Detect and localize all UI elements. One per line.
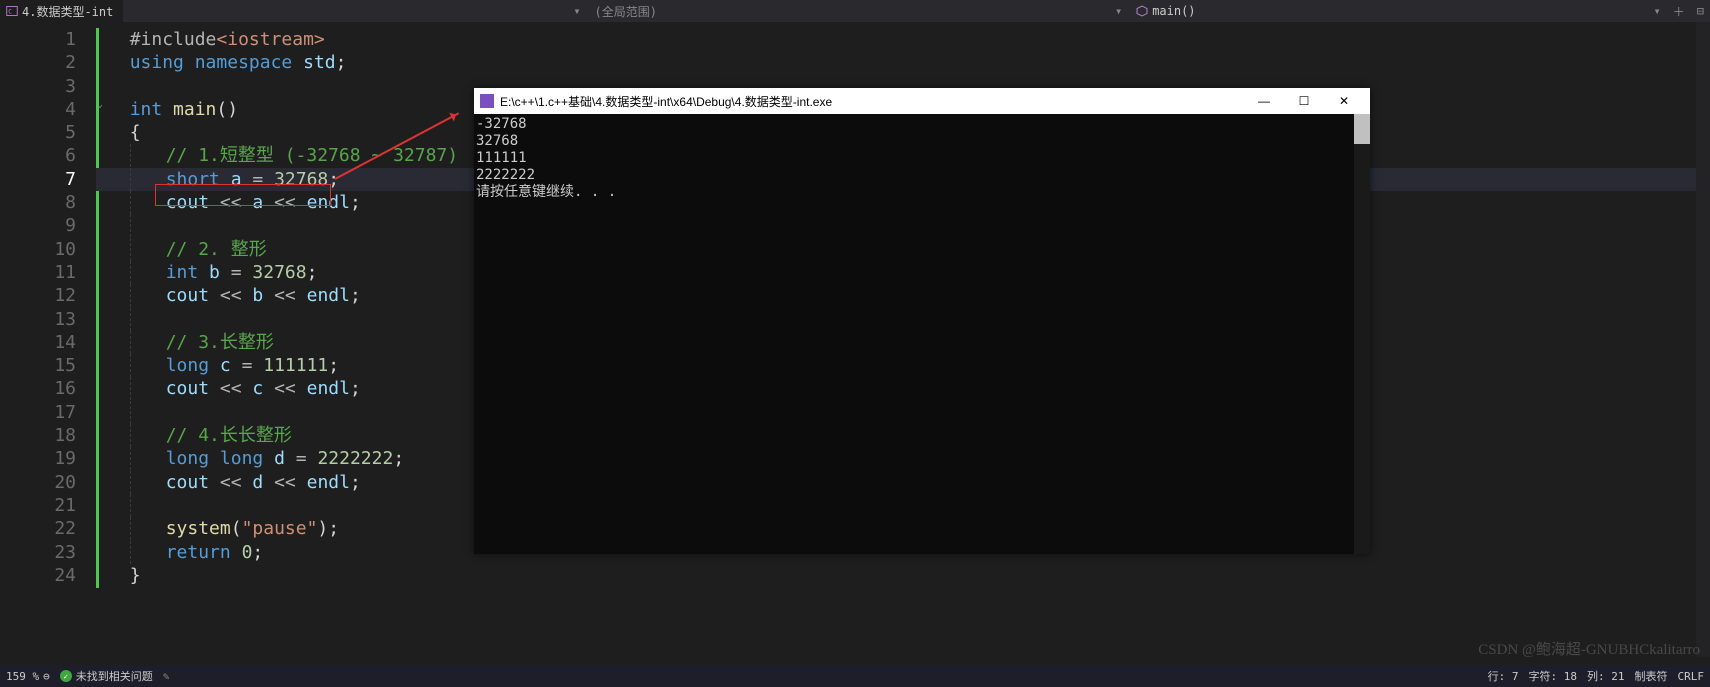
cursor-line[interactable]: 行: 7 [1488,668,1519,684]
maximize-button[interactable]: ☐ [1284,90,1324,112]
line-number: 17 [0,401,76,424]
console-line: 请按任意键继续. . . [476,184,1370,201]
editor-scrollbar[interactable] [1696,22,1710,657]
console-line: 111111 [476,150,1370,167]
line-number: 10 [0,238,76,261]
dropdown-arrow-icon[interactable]: ▾ [1648,4,1667,18]
console-window[interactable]: E:\c++\1.c++基础\4.数据类型-int\x64\Debug\4.数据… [474,88,1370,554]
cursor-char[interactable]: 字符: 18 [1529,668,1578,684]
console-titlebar[interactable]: E:\c++\1.c++基础\4.数据类型-int\x64\Debug\4.数据… [474,88,1370,114]
tab-label: 4.数据类型-int [22,3,113,20]
code-line: using namespace std; [96,51,1710,74]
line-number: 18 [0,424,76,447]
scope-dropdown[interactable]: (全局范围) [587,1,665,22]
function-dropdown[interactable]: main() [1128,2,1203,20]
console-line: 32768 [476,133,1370,150]
line-number: 12 [0,284,76,307]
line-number: 1 [0,28,76,51]
svg-text:C: C [8,8,12,15]
top-bar: C 4.数据类型-int ▾ (全局范围) ▾ main() ▾ ＋ ⊟ [0,0,1710,22]
line-number: 23 [0,541,76,564]
line-number: 14 [0,331,76,354]
console-output[interactable]: -32768 32768 111111 2222222 请按任意键继续. . . [474,114,1370,554]
cube-icon [1136,5,1148,17]
split-icon[interactable]: ⊟ [1691,4,1710,18]
status-bar: 159 % ⊖ ✓未找到相关问题 ✎ 行: 7 字符: 18 列: 21 制表符… [0,665,1710,687]
line-number: 20 [0,471,76,494]
issues-status[interactable]: ✓未找到相关问题 [60,668,153,684]
cursor-col[interactable]: 列: 21 [1587,668,1625,684]
check-icon: ✓ [60,670,72,682]
line-number: 6 [0,144,76,167]
line-number: 22 [0,517,76,540]
line-number: 15 [0,354,76,377]
line-number: 5 [0,121,76,144]
console-app-icon [480,94,494,108]
highlight-box [155,184,331,206]
line-number: 13 [0,308,76,331]
line-number: 8 [0,191,76,214]
console-title: E:\c++\1.c++基础\4.数据类型-int\x64\Debug\4.数据… [500,93,832,110]
console-line: -32768 [476,116,1370,133]
dropdown-arrow-icon[interactable]: ▾ [567,4,586,18]
add-icon[interactable]: ＋ [1667,3,1691,20]
eol-mode[interactable]: CRLF [1678,670,1705,683]
line-number: 16 [0,377,76,400]
code-line: } [96,564,1710,587]
line-number: 19 [0,447,76,470]
line-number: 24 [0,564,76,587]
line-number-current: 7 [0,168,76,191]
brush-icon[interactable]: ✎ [163,670,170,683]
line-number: 4 [0,98,76,121]
zoom-level[interactable]: 159 % ⊖ [6,670,50,683]
zoom-reset-icon[interactable]: ⊖ [43,670,50,683]
console-scrollbar[interactable] [1354,114,1370,554]
close-button[interactable]: ✕ [1324,90,1364,112]
line-number: 11 [0,261,76,284]
dropdown-arrow-icon[interactable]: ▾ [1109,4,1128,18]
file-cpp-icon: C [6,5,18,17]
code-line: #include<iostream> [96,28,1710,51]
console-line: 2222222 [476,167,1370,184]
line-number: 3 [0,75,76,98]
indent-mode[interactable]: 制表符 [1635,668,1668,684]
file-tab[interactable]: C 4.数据类型-int [0,0,123,22]
minimize-button[interactable]: — [1244,90,1284,112]
line-number: 2 [0,51,76,74]
line-number: 9 [0,214,76,237]
line-gutter: 1 2 3 4 5 6 7 8 9 10 11 12 13 14 15 16 1… [0,22,96,662]
line-number: 21 [0,494,76,517]
